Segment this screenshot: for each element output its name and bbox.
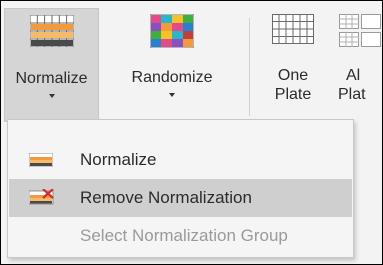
chevron-down-icon [169,93,175,97]
ribbon-toolbar: Normalize Randomize One Plate Al Plat [2,2,382,125]
multi-plate-grid-icon [339,14,381,47]
menu-item-select-normalization-group-label: Select Normalization Group [80,226,288,245]
remove-normalization-icon [29,189,54,205]
all-plates-button[interactable]: Al Plat [332,8,382,122]
randomize-label: Randomize [131,69,213,86]
ribbon-separator [249,18,250,116]
normalize-label: Normalize [15,70,88,87]
all-plates-label: Al Plat [338,66,382,104]
randomize-button[interactable]: Randomize [101,8,243,122]
menu-item-remove-normalization[interactable]: Remove Normalization [9,179,352,217]
app-window: Normalize Randomize One Plate Al Plat No… [0,0,383,265]
plate-grid-icon [272,14,314,44]
all-plates-label-line2: Plat [338,86,366,103]
one-plate-button[interactable]: One Plate [258,8,328,122]
normalize-button[interactable]: Normalize [4,8,99,122]
one-plate-label: One Plate [258,66,328,104]
normalize-dropdown-menu: Normalize Remove Normalization Select No… [7,119,354,258]
menu-item-select-normalization-group: Select Normalization Group [9,217,352,255]
normalize-icon [29,153,53,167]
one-plate-label-line1: One [277,67,309,84]
menu-item-remove-normalization-label: Remove Normalization [80,188,252,207]
chevron-down-icon [48,94,55,98]
normalize-grid-icon [29,15,74,47]
menu-item-normalize-label: Normalize [80,150,157,169]
one-plate-label-line2: Plate [274,86,312,103]
randomize-grid-icon [150,14,194,48]
menu-item-normalize[interactable]: Normalize [9,141,352,179]
all-plates-label-line1: Al [346,67,361,84]
